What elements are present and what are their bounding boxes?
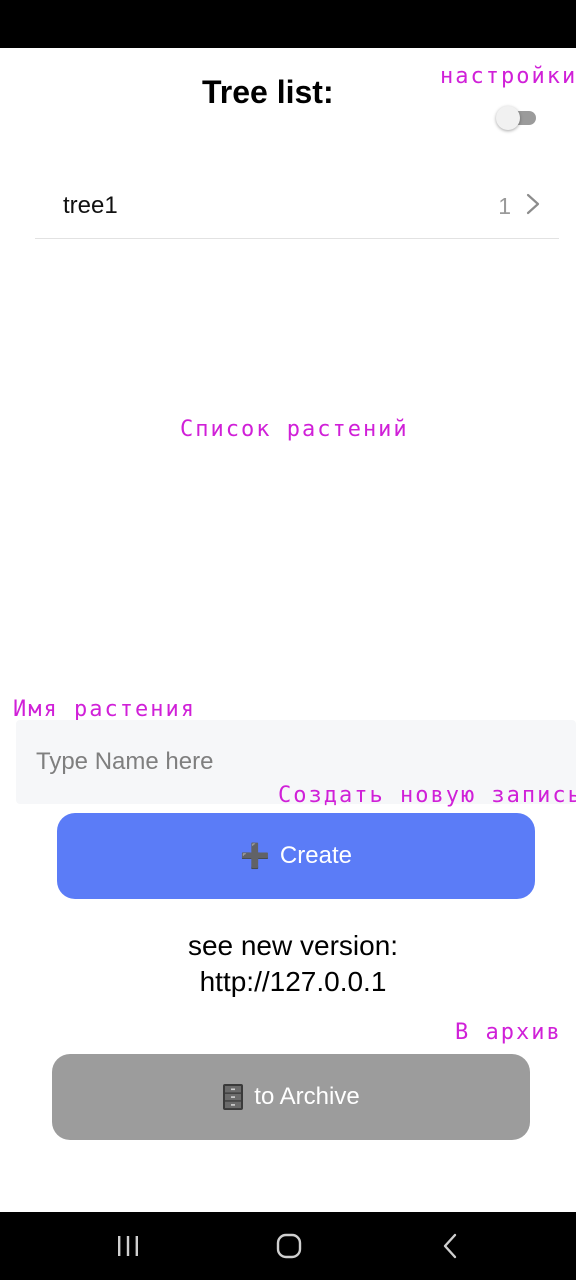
annotation-settings: настройки bbox=[440, 64, 576, 89]
annotation-plant-name: Имя растения bbox=[13, 697, 196, 722]
recent-apps-icon bbox=[118, 1236, 138, 1256]
system-nav-bar bbox=[0, 1212, 576, 1280]
tree-list-item[interactable]: tree1 1 bbox=[35, 170, 559, 239]
back-button[interactable] bbox=[410, 1212, 490, 1280]
settings-toggle[interactable] bbox=[496, 106, 538, 130]
status-bar bbox=[0, 0, 576, 48]
create-button[interactable]: ➕ Create bbox=[57, 813, 535, 899]
recent-apps-button[interactable] bbox=[88, 1212, 168, 1280]
home-button[interactable] bbox=[249, 1212, 329, 1280]
annotation-to-archive: В архив bbox=[455, 1020, 562, 1045]
version-notice: see new version: http://127.0.0.1 bbox=[0, 928, 576, 1000]
annotation-plant-list: Список растений bbox=[180, 417, 409, 442]
back-icon bbox=[443, 1233, 457, 1259]
tree-count: 1 bbox=[498, 193, 511, 219]
file-cabinet-icon bbox=[223, 1084, 244, 1110]
plus-icon: ➕ bbox=[240, 842, 270, 870]
chevron-right-icon bbox=[526, 193, 540, 215]
version-notice-url: http://127.0.0.1 bbox=[199, 966, 387, 997]
version-notice-line1: see new version: bbox=[187, 930, 399, 961]
archive-button[interactable]: to Archive bbox=[52, 1054, 530, 1140]
annotation-create-new: Создать новую запись bbox=[278, 783, 576, 808]
page-title: Tree list: bbox=[202, 74, 334, 110]
tree-name: tree1 bbox=[63, 192, 118, 219]
archive-button-label: to Archive bbox=[254, 1083, 360, 1110]
home-icon bbox=[276, 1233, 302, 1259]
create-button-label: Create bbox=[279, 842, 352, 869]
toggle-knob bbox=[496, 106, 520, 130]
